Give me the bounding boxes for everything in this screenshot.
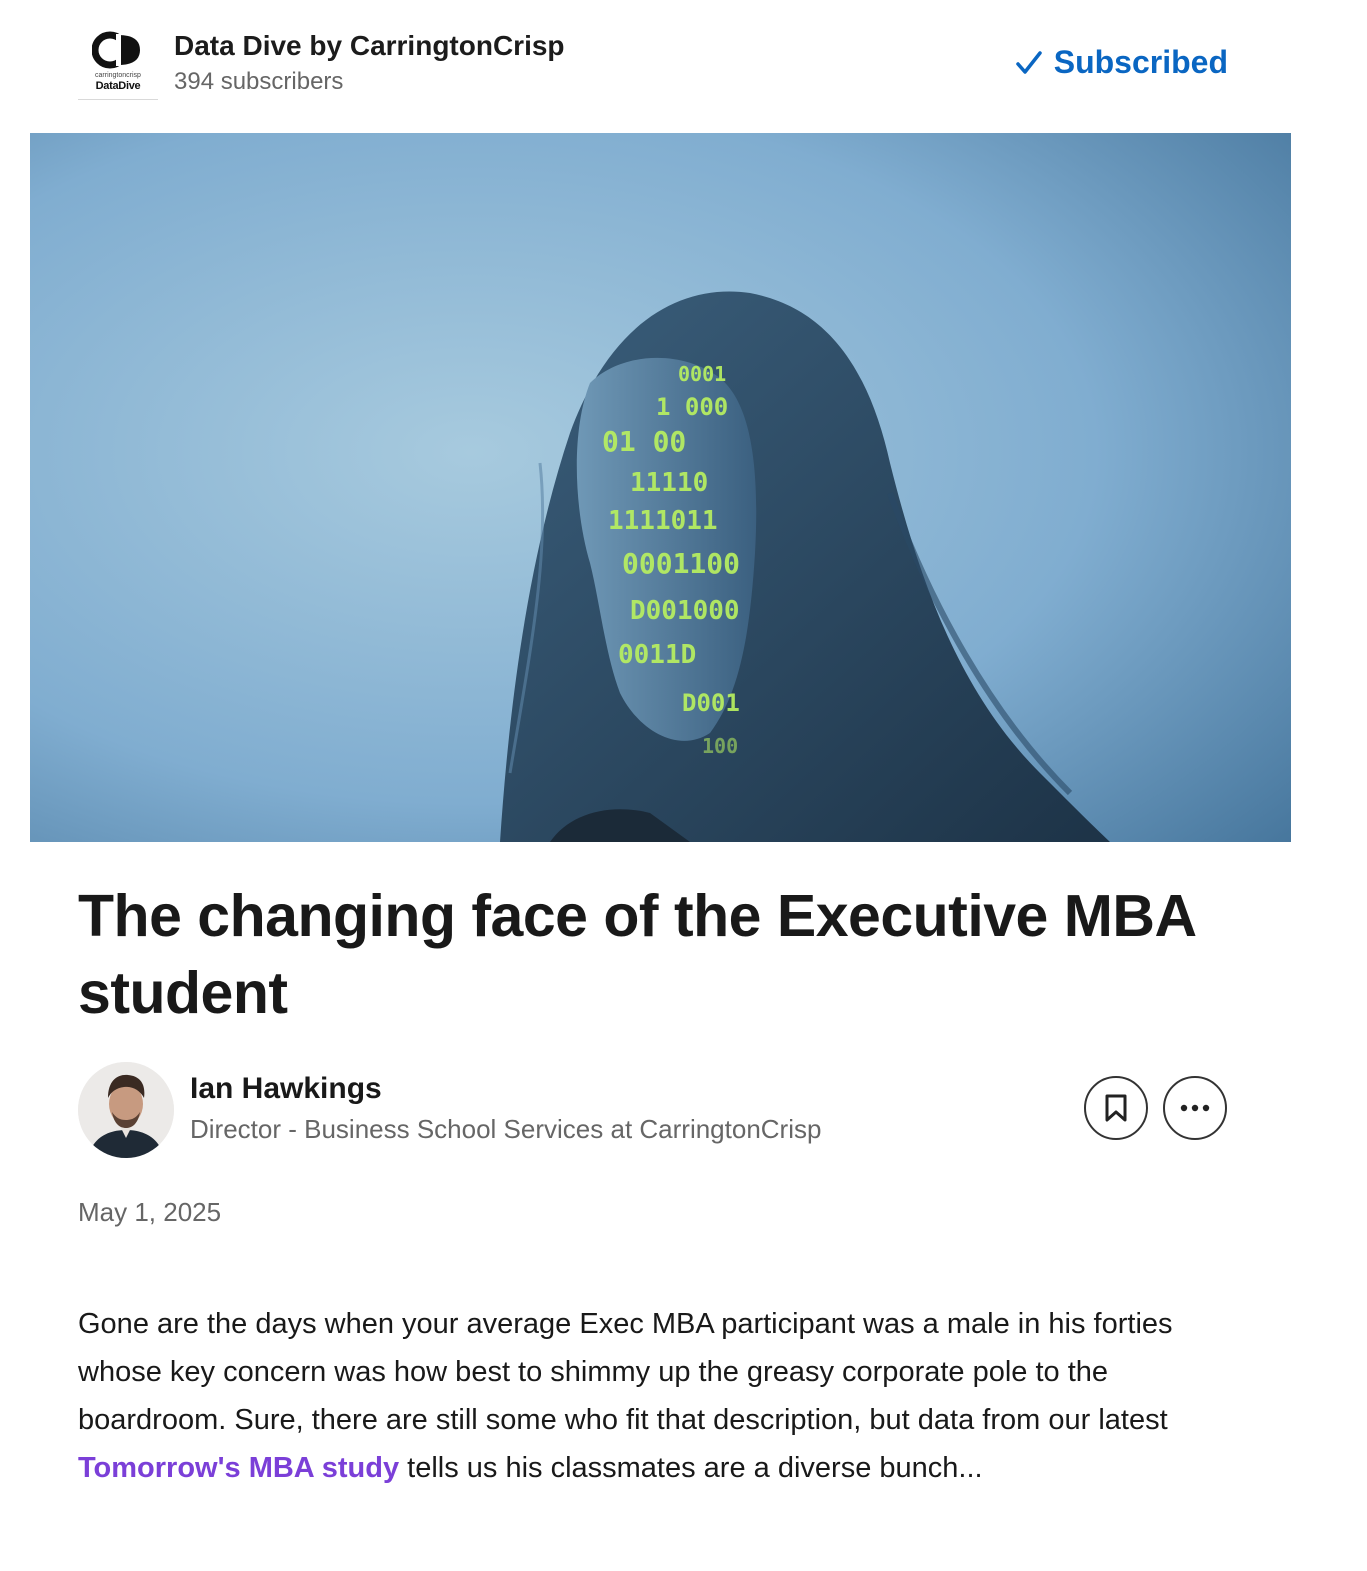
author-block: Ian Hawkings Director - Business School … <box>78 1062 1228 1158</box>
subscribed-button[interactable]: Subscribed <box>1014 44 1228 81</box>
projection-row: 0011D <box>618 640 696 670</box>
author-name[interactable]: Ian Hawkings <box>190 1072 382 1106</box>
more-options-button[interactable] <box>1163 1076 1227 1140</box>
projection-row: 0001100 <box>622 547 740 580</box>
body-text-start: Gone are the days when your average Exec… <box>78 1308 1173 1436</box>
checkmark-icon <box>1015 50 1042 74</box>
newsletter-logo[interactable]: carringtoncrisp DataDive <box>78 30 158 100</box>
projection-row: 100 <box>702 734 738 758</box>
projection-row: D001 <box>682 689 740 717</box>
subscribed-label: Subscribed <box>1053 44 1228 80</box>
projection-row: 11110 <box>630 468 708 498</box>
projection-row: 1111011 <box>608 506 718 536</box>
projection-row: D001000 <box>630 596 740 626</box>
bookmark-icon <box>1105 1094 1127 1122</box>
author-avatar[interactable] <box>78 1062 174 1158</box>
subscriber-count: 394 subscribers <box>174 68 344 95</box>
publish-date: May 1, 2025 <box>78 1197 222 1227</box>
ellipsis-icon <box>1180 1104 1210 1112</box>
body-text-end: tells us his classmates are a diverse bu… <box>399 1452 983 1484</box>
article-title: The changing face of the Executive MBA s… <box>78 883 1195 1026</box>
projection-row: 01 00 <box>602 425 686 458</box>
logo-company-text: carringtoncrisp <box>95 72 141 79</box>
article-body: Gone are the days when your average Exec… <box>78 1300 1228 1492</box>
projection-row: 0001 <box>678 362 726 386</box>
logo-brand-text: DataDive <box>95 80 141 92</box>
hero-illustration: 0001 1 000 01 00 11110 1111011 0001100 D… <box>30 133 1291 842</box>
projection-row: 1 000 <box>656 393 728 421</box>
avatar-portrait <box>78 1062 174 1158</box>
datadive-logo-mark <box>92 31 140 69</box>
newsletter-header: carringtoncrisp DataDive Data Dive by Ca… <box>78 26 1228 102</box>
hero-image: 0001 1 000 01 00 11110 1111011 0001100 D… <box>30 133 1291 842</box>
author-title: Director - Business School Services at C… <box>190 1114 822 1144</box>
study-link[interactable]: Tomorrow's MBA study <box>78 1452 399 1484</box>
newsletter-name[interactable]: Data Dive by CarringtonCrisp <box>174 30 565 62</box>
save-article-button[interactable] <box>1084 1076 1148 1140</box>
